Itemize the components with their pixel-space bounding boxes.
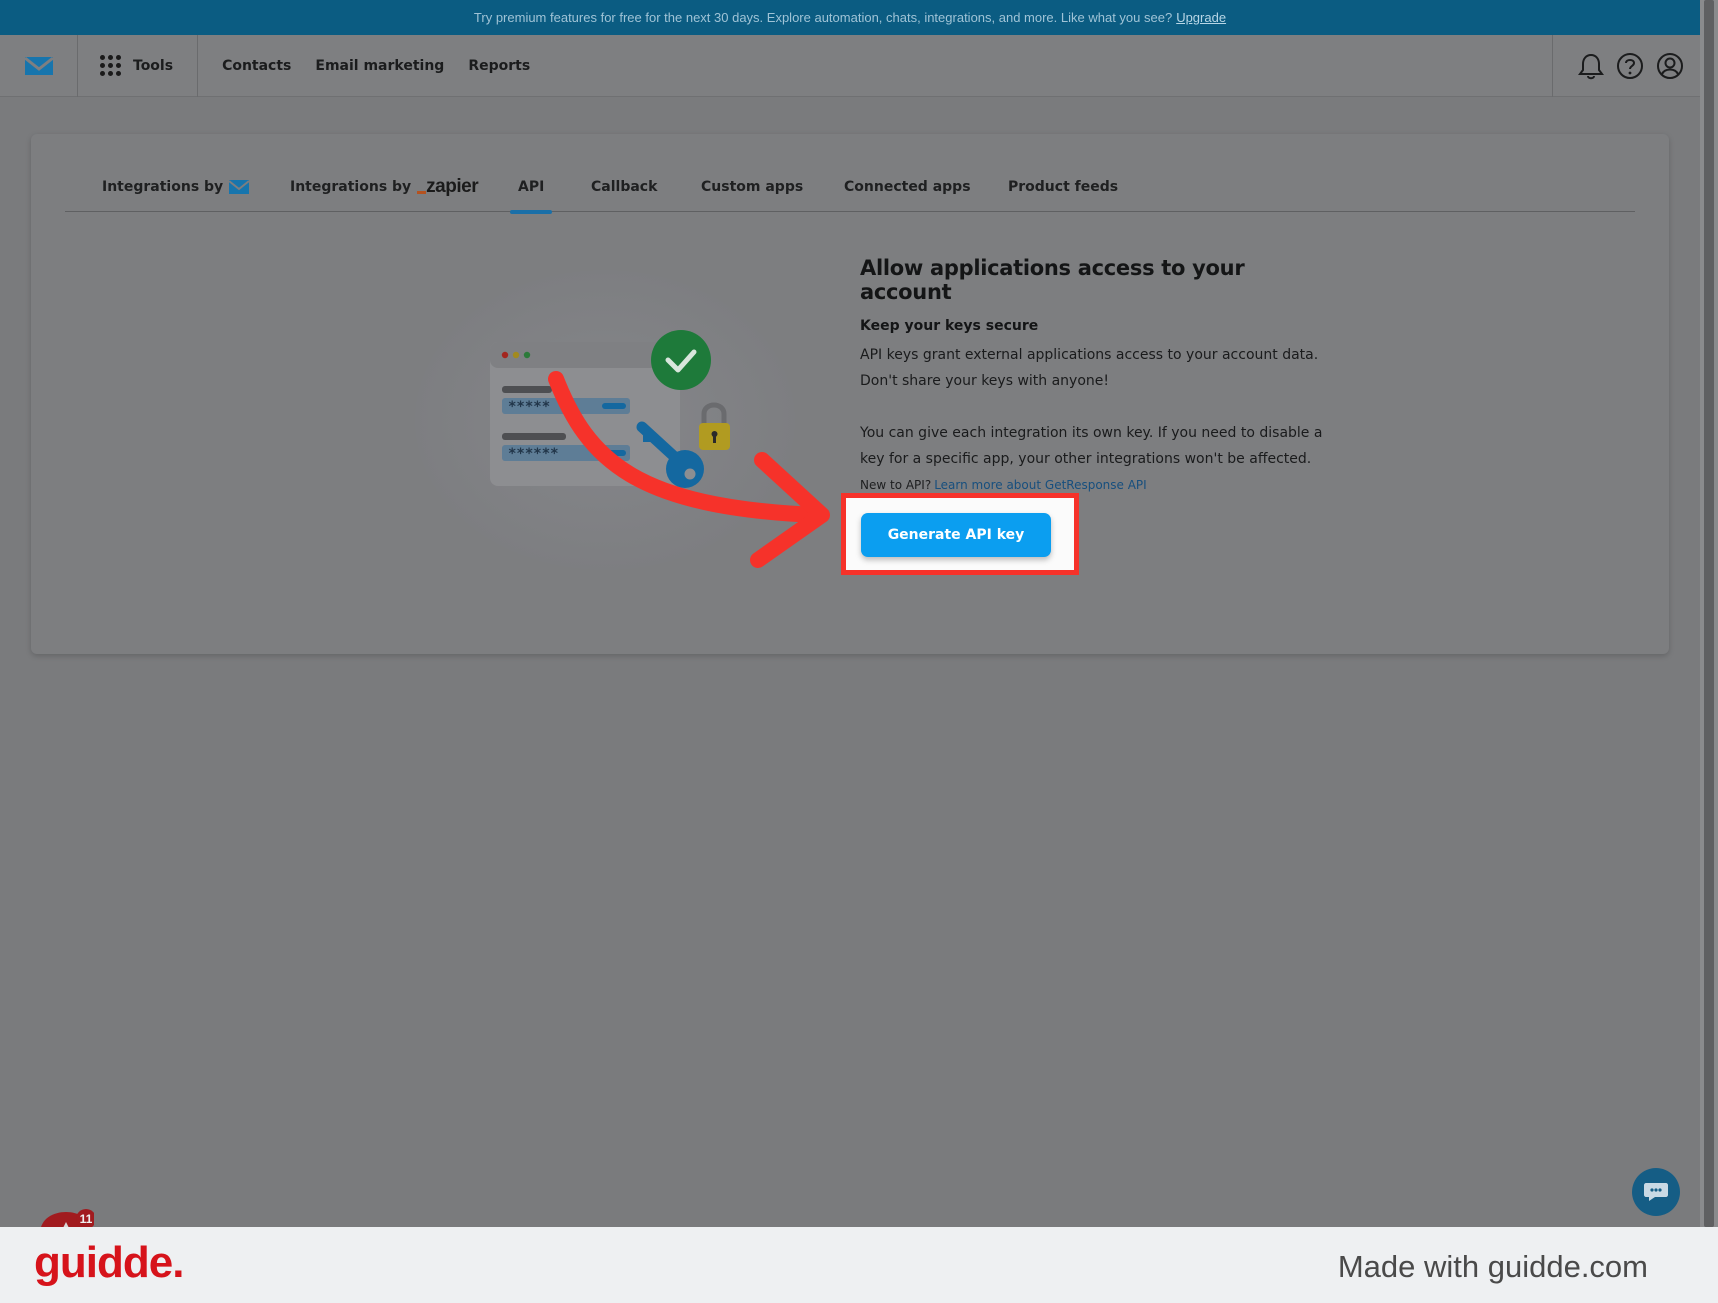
tools-label: Tools [133,57,174,74]
new-to-api-line: New to API? Learn more about GetResponse … [860,478,1330,492]
tab-integrations-by-zapier[interactable]: Integrations by zapier [290,162,479,212]
chat-bubble-icon[interactable] [1632,1168,1680,1216]
new-to-api-label: New to API? [860,478,932,492]
getresponse-logo-icon [229,180,250,194]
account-icon[interactable] [1656,52,1684,80]
tab-label: Integrations by [290,179,412,195]
promo-text: Try premium features for free for the ne… [473,10,1173,25]
tab-label: API [518,179,545,195]
nav-email-marketing[interactable]: Email marketing [315,58,444,74]
top-navigation: Tools Contacts Email marketing Reports [0,34,1700,97]
promo-banner: Try premium features for free for the ne… [0,0,1700,35]
zapier-logo: zapier [417,176,479,198]
nav-reports[interactable]: Reports [468,58,530,74]
generate-api-key-button[interactable]: Generate API key [861,513,1051,557]
page-scrollbar[interactable] [1700,0,1718,1227]
tab-integrations-by-getresponse[interactable]: Integrations by [102,162,250,212]
main-nav-links: Contacts Email marketing Reports [222,58,530,74]
api-info-panel: Allow applications access to your accoun… [860,256,1330,492]
tab-label: Custom apps [701,179,804,195]
made-with-guidde-text: Made with guidde.com [1337,1249,1648,1284]
help-icon[interactable] [1616,52,1644,80]
bell-icon[interactable] [1578,52,1604,80]
tab-api[interactable]: API [509,162,553,214]
tools-menu[interactable]: Tools [78,34,199,97]
tab-label: Product feeds [1008,179,1119,195]
tab-product-feeds[interactable]: Product feeds [1008,162,1118,212]
apps-grid-icon [100,55,121,76]
tab-label: Integrations by [102,179,224,195]
section-subtitle: Keep your keys secure [860,318,1039,334]
guidde-logo: guidde. [34,1238,184,1287]
tab-custom-apps[interactable]: Custom apps [701,162,803,212]
envelope-logo-icon[interactable] [0,34,78,97]
tab-connected-apps[interactable]: Connected apps [844,162,971,212]
page-title: Allow applications access to your accoun… [860,256,1245,304]
tab-callback[interactable]: Callback [591,162,657,212]
curved-arrow-annotation [548,371,830,568]
nav-right-actions [1552,35,1700,97]
integrations-tabs: Integrations by Integrations by zapier A… [65,162,1635,214]
tab-label: Connected apps [844,179,971,195]
integration-key-description: You can give each integration its own ke… [860,425,1323,467]
scrollbar-thumb[interactable] [1704,0,1714,1227]
nav-contacts[interactable]: Contacts [222,58,291,74]
notification-count-badge: 11 [80,1212,93,1226]
api-description: API keys grant external applications acc… [860,347,1319,389]
integrations-card: Integrations by Integrations by zapier A… [31,134,1669,654]
guidde-footer: guidde. Made with guidde.com [0,1227,1718,1303]
upgrade-link[interactable]: Upgrade [1176,10,1226,25]
learn-more-api-link[interactable]: Learn more about GetResponse API [934,478,1147,492]
tab-label: Callback [591,179,658,195]
